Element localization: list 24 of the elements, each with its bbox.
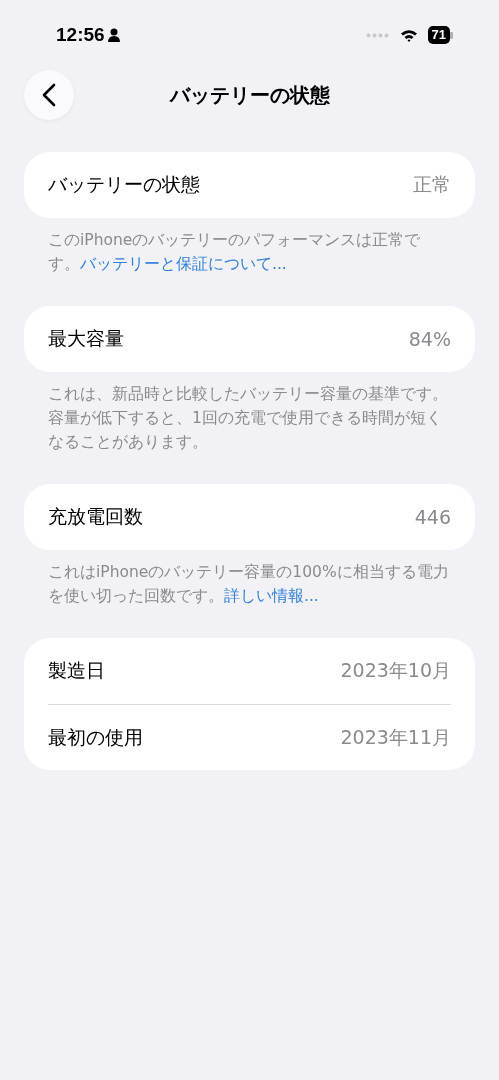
row-label: 充放電回数 — [48, 504, 143, 529]
section-footer-text: これはiPhoneのバッテリー容量の100%に相当する電力を使い切った回数です。詳しい情報... — [48, 562, 450, 607]
battery-tip-icon — [450, 31, 453, 39]
row-label: 製造日 — [48, 658, 105, 683]
battery-level: 71 — [427, 26, 450, 44]
section-footer-text: これは、新品時と比較したバッテリー容量の基準です。容量が低下すると、1回の充電で使用できる時間が短くなることがあります。 — [48, 384, 449, 453]
row-value: 2023年10月 — [340, 658, 451, 683]
info-link[interactable]: バッテリーと保証について... — [80, 255, 287, 273]
row-label: 最初の使用 — [48, 724, 143, 750]
person-icon — [107, 28, 120, 42]
section-footer-text: このiPhoneのバッテリーのパフォーマンスは正常です。バッテリーと保証について... — [48, 230, 422, 275]
signal-icon — [365, 32, 390, 38]
row-label: バッテリーの状態 — [48, 172, 200, 197]
row-value: 84% — [408, 328, 451, 350]
back-button[interactable] — [24, 70, 74, 120]
row-value: 446 — [414, 506, 451, 528]
row-value: 正常 — [413, 172, 451, 197]
row-value: 2023年11月 — [340, 724, 451, 750]
wifi-icon — [399, 28, 418, 42]
status-time: 12:56 — [56, 24, 105, 46]
info-link[interactable]: 詳しい情報... — [224, 587, 319, 605]
chevron-left-icon — [42, 83, 56, 107]
row-label: 最大容量 — [48, 326, 124, 351]
page-title: バッテリーの状態 — [168, 81, 331, 109]
